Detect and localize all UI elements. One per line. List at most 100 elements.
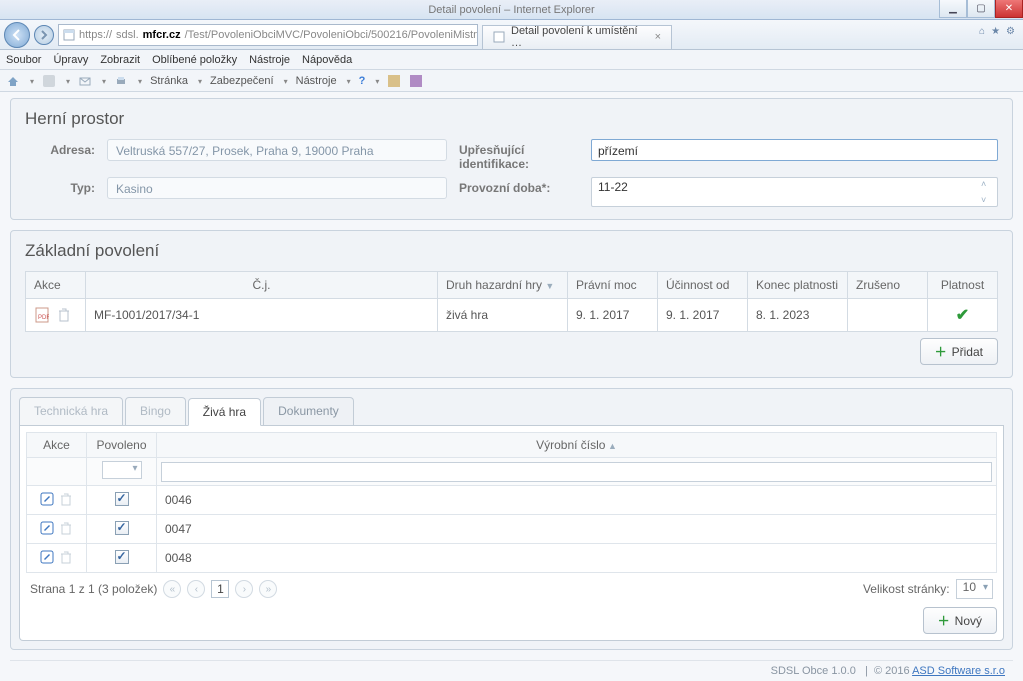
url-proto: https://: [79, 29, 112, 41]
col-zh-povoleno[interactable]: Povoleno: [87, 433, 157, 458]
edit-icon[interactable]: [39, 549, 55, 565]
footer-app: SDSL Obce 1.0.0: [771, 665, 856, 677]
col-platnost[interactable]: Platnost: [928, 272, 998, 299]
url-domain-pre: sdsl.: [116, 29, 139, 41]
home-icon[interactable]: ⌂: [979, 26, 985, 37]
feeds-icon[interactable]: [42, 74, 56, 88]
browser-toolbar: Stránka Zabezpečení Nástroje ?: [0, 70, 1023, 92]
pager-page-number[interactable]: 1: [211, 580, 229, 598]
input-provozni-doba[interactable]: 11-22 ˄˅: [591, 177, 998, 207]
window-title: Detail povolení – Internet Explorer: [428, 0, 594, 19]
checkbox-povoleno[interactable]: [115, 492, 129, 506]
page-size-select[interactable]: 10: [956, 579, 993, 599]
col-moc[interactable]: Právní moc: [568, 272, 658, 299]
edit-icon[interactable]: [39, 491, 55, 507]
window-close-button[interactable]: ✕: [995, 0, 1023, 18]
checkbox-povoleno[interactable]: [115, 521, 129, 535]
cell-vyrobni: 0047: [157, 515, 997, 544]
pager-prev-button[interactable]: ‹: [187, 580, 205, 598]
list-item[interactable]: 0048: [27, 544, 997, 573]
add-button[interactable]: ＋Přidat: [920, 338, 998, 365]
delete-icon[interactable]: [56, 307, 72, 323]
textarea-spinner[interactable]: ˄˅: [981, 179, 995, 205]
toolbar-zabezpeceni[interactable]: Zabezpečení: [210, 75, 274, 87]
col-zh-vyrobni[interactable]: Výrobní číslo: [157, 433, 997, 458]
pdf-icon[interactable]: PDF: [34, 307, 50, 323]
toolbar-stranka[interactable]: Stránka: [150, 75, 188, 87]
nav-back-button[interactable]: [4, 22, 30, 48]
window-maximize-button[interactable]: ▢: [967, 0, 995, 18]
menu-upravy[interactable]: Úpravy: [53, 54, 88, 66]
pager-last-button[interactable]: »: [259, 580, 277, 598]
col-druh[interactable]: Druh hazardní hry ▼: [438, 272, 568, 299]
tab-bingo[interactable]: Bingo: [125, 397, 186, 425]
panel-zp-title: Základní povolení: [25, 241, 998, 261]
toolbar-extra-icon-1[interactable]: [387, 74, 401, 88]
page-body: Herní prostor Adresa: Veltruská 557/27, …: [0, 92, 1023, 681]
tab-technicka-hra[interactable]: Technická hra: [19, 397, 123, 425]
sort-desc-icon: ▼: [545, 281, 554, 291]
new-button[interactable]: ＋ Nový: [923, 607, 997, 634]
panel-zakladni-povoleni: Základní povolení Akce Č.j. Druh hazardn…: [10, 230, 1013, 378]
favorites-icon[interactable]: ★: [991, 26, 1000, 37]
col-cj[interactable]: Č.j.: [86, 272, 438, 299]
plus-icon: ＋: [938, 612, 950, 629]
tab-page-icon: [493, 31, 505, 43]
browser-tab[interactable]: Detail povolení k umístění … ×: [482, 25, 672, 49]
panel-hp-title: Herní prostor: [25, 109, 998, 129]
help-icon[interactable]: ?: [359, 75, 366, 87]
pager-next-button[interactable]: ›: [235, 580, 253, 598]
cell-vyrobni: 0048: [157, 544, 997, 573]
tabstrip: Technická hra Bingo Živá hra Dokumenty: [19, 397, 1004, 426]
menu-soubor[interactable]: Soubor: [6, 54, 41, 66]
col-zruseno[interactable]: Zrušeno: [848, 272, 928, 299]
menu-zobrazit[interactable]: Zobrazit: [100, 54, 140, 66]
list-item[interactable]: 0047: [27, 515, 997, 544]
cell-druh: živá hra: [438, 299, 568, 332]
home-small-icon[interactable]: [6, 74, 20, 88]
footer-copyright: © 2016: [874, 665, 910, 677]
edit-icon[interactable]: [39, 520, 55, 536]
mail-icon[interactable]: [78, 74, 92, 88]
footer-vendor-link[interactable]: ASD Software s.r.o: [912, 665, 1005, 677]
tab-ziva-hra[interactable]: Živá hra: [188, 398, 261, 426]
col-zh-akce[interactable]: Akce: [27, 433, 87, 458]
label-adresa: Adresa:: [25, 139, 95, 157]
field-typ: Kasino: [107, 177, 447, 199]
add-button-label: Přidat: [952, 345, 983, 359]
tools-icon[interactable]: ⚙: [1006, 26, 1015, 37]
label-typ: Typ:: [25, 177, 95, 195]
value-provozni-doba: 11-22: [598, 180, 628, 194]
filter-vyrobni-input[interactable]: [161, 462, 992, 482]
nav-forward-button[interactable]: [34, 25, 54, 45]
table-row[interactable]: PDF MF-1001/2017/34-1 živá hra 9. 1. 201…: [26, 299, 998, 332]
list-item[interactable]: 0046: [27, 486, 997, 515]
toolbar-nastroje[interactable]: Nástroje: [296, 75, 337, 87]
browser-titlebar: Detail povolení – Internet Explorer ▁ ▢ …: [0, 0, 1023, 20]
table-zakladni-povoleni: Akce Č.j. Druh hazardní hry ▼ Právní moc…: [25, 271, 998, 332]
col-akce[interactable]: Akce: [26, 272, 86, 299]
input-identifikace[interactable]: přízemí: [591, 139, 998, 161]
delete-icon[interactable]: [58, 520, 74, 536]
col-ucinnost[interactable]: Účinnost od: [658, 272, 748, 299]
pager-first-button[interactable]: «: [163, 580, 181, 598]
toolbar-extra-icon-2[interactable]: [409, 74, 423, 88]
delete-icon[interactable]: [58, 549, 74, 565]
checkbox-povoleno[interactable]: [115, 550, 129, 564]
url-input[interactable]: https:// sdsl. mfcr.cz /Test/PovoleniObc…: [58, 24, 478, 46]
new-button-label: Nový: [955, 614, 982, 628]
pager: Strana 1 z 1 (3 položek) « ‹ 1 › » Velik…: [26, 573, 997, 601]
col-konec[interactable]: Konec platnosti: [748, 272, 848, 299]
print-icon[interactable]: [114, 74, 128, 88]
menu-nastroje[interactable]: Nástroje: [249, 54, 290, 66]
tab-close-icon[interactable]: ×: [655, 31, 661, 43]
filter-povoleno-dropdown[interactable]: ▾: [102, 461, 142, 479]
delete-icon[interactable]: [58, 491, 74, 507]
menu-oblibene[interactable]: Oblíbené položky: [152, 54, 237, 66]
checkmark-icon: ✔: [956, 307, 969, 324]
menu-napoveda[interactable]: Nápověda: [302, 54, 352, 66]
window-minimize-button[interactable]: ▁: [939, 0, 967, 18]
cell-platnost: ✔: [928, 299, 998, 332]
tab-dokumenty[interactable]: Dokumenty: [263, 397, 354, 425]
cell-ucinnost: 9. 1. 2017: [658, 299, 748, 332]
